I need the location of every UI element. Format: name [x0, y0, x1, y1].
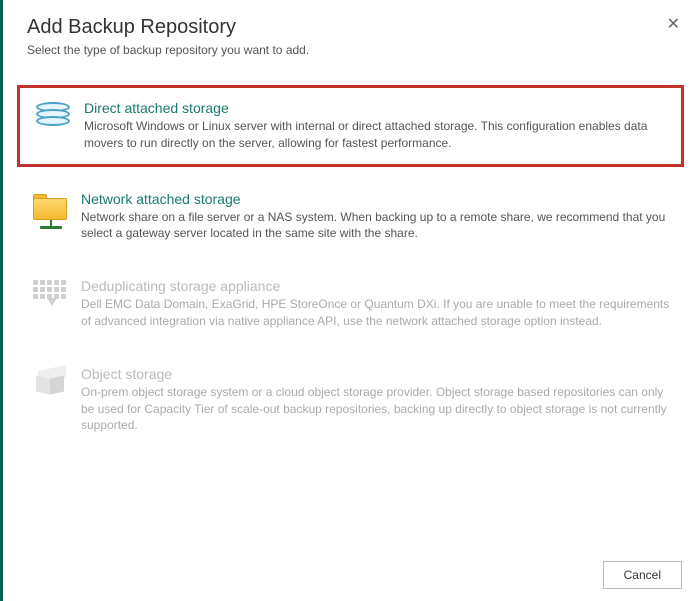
page-subtitle: Select the type of backup repository you…: [27, 43, 674, 57]
option-title: Object storage: [81, 366, 672, 382]
dialog-footer: Cancel: [603, 561, 682, 589]
option-title[interactable]: Direct attached storage: [84, 100, 669, 116]
option-title[interactable]: Network attached storage: [81, 191, 672, 207]
option-content: Deduplicating storage appliance Dell EMC…: [73, 278, 672, 330]
option-desc: Microsoft Windows or Linux server with i…: [84, 118, 669, 152]
page-title: Add Backup Repository: [27, 16, 674, 39]
option-network-attached[interactable]: Network attached storage Network share o…: [17, 179, 684, 255]
close-icon: ✕: [667, 16, 680, 33]
option-object-storage: Object storage On-prem object storage sy…: [17, 354, 684, 446]
option-desc: Network share on a file server or a NAS …: [81, 209, 672, 243]
dedupe-grid-icon: [29, 278, 73, 330]
cube-icon: [29, 366, 73, 434]
option-title: Deduplicating storage appliance: [81, 278, 672, 294]
option-desc: Dell EMC Data Domain, ExaGrid, HPE Store…: [81, 296, 672, 330]
cancel-button[interactable]: Cancel: [603, 561, 682, 589]
network-folder-icon: [29, 191, 73, 243]
option-content: Network attached storage Network share o…: [73, 191, 672, 243]
dialog-header: ✕ Add Backup Repository Select the type …: [3, 0, 698, 65]
options-list: Direct attached storage Microsoft Window…: [3, 65, 698, 446]
disk-stack-icon: [32, 100, 76, 152]
option-dedupe: Deduplicating storage appliance Dell EMC…: [17, 266, 684, 342]
option-direct-attached[interactable]: Direct attached storage Microsoft Window…: [17, 85, 684, 167]
close-button[interactable]: ✕: [663, 10, 684, 38]
option-content: Direct attached storage Microsoft Window…: [76, 100, 669, 152]
option-content: Object storage On-prem object storage sy…: [73, 366, 672, 434]
option-desc: On-prem object storage system or a cloud…: [81, 384, 672, 434]
